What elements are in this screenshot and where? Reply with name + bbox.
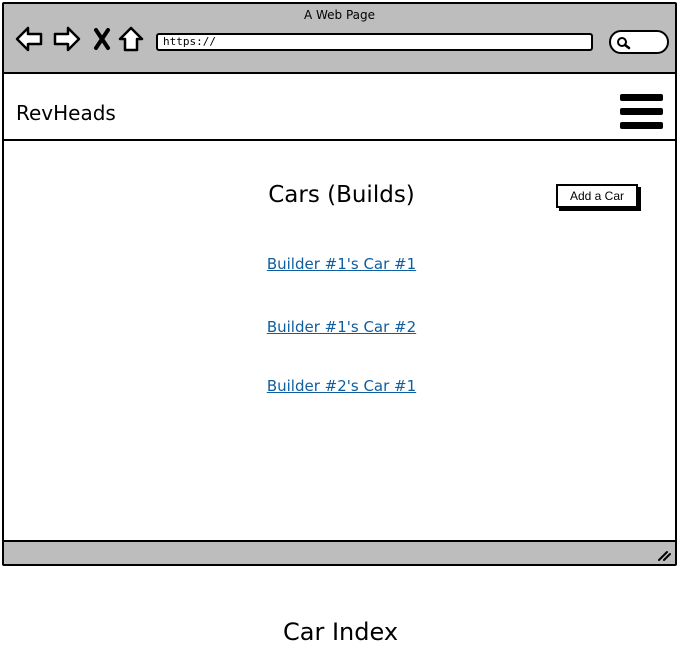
resize-grip-icon[interactable] <box>657 549 671 561</box>
browser-window: A Web Page https:// RevHeads Cars (Build… <box>2 2 677 566</box>
status-bar <box>4 540 675 564</box>
car-link[interactable]: Builder #2's Car #1 <box>4 377 675 395</box>
car-list: Builder #1's Car #1 Builder #1's Car #2 … <box>4 4 675 564</box>
mockup-caption: Car Index <box>282 618 399 646</box>
car-link[interactable]: Builder #1's Car #1 <box>4 255 675 273</box>
car-link[interactable]: Builder #1's Car #2 <box>4 318 675 336</box>
